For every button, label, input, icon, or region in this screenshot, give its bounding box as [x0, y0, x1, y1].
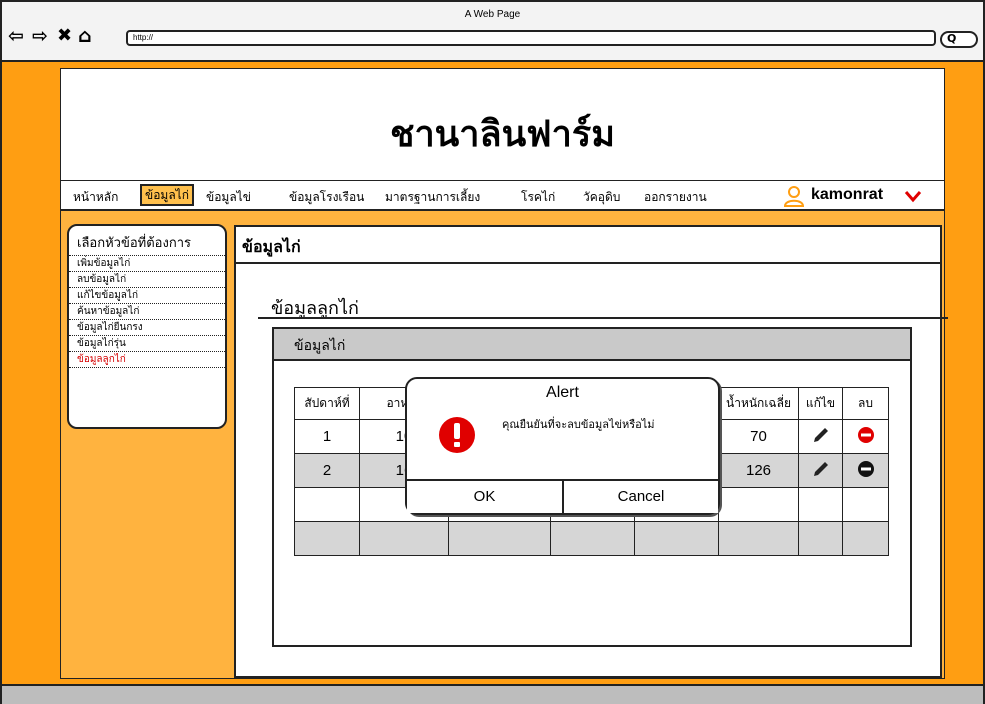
panel-header: ข้อมูลไก่	[274, 329, 910, 361]
panel-title: ข้อมูลไก่	[294, 338, 346, 354]
delete-button[interactable]	[842, 453, 889, 488]
username[interactable]: kamonrat	[811, 186, 883, 204]
sidebar-item-chicks[interactable]: ข้อมูลลูกไก่	[69, 352, 225, 368]
window-title: A Web Page	[464, 9, 521, 20]
menu-reports[interactable]: ออกรายงาน	[644, 188, 707, 207]
section-divider	[258, 317, 948, 319]
sidebar-item-edit-chicken[interactable]: แก้ไขข้อมูลไก่	[69, 288, 225, 304]
menu-house-info[interactable]: ข้อมูลโรงเรือน	[289, 188, 364, 207]
user-icon[interactable]	[783, 185, 805, 207]
status-bar	[2, 684, 983, 704]
stop-icon[interactable]: ✖	[57, 26, 72, 46]
menu-home[interactable]: หน้าหลัก	[73, 188, 118, 207]
search-icon: Q	[947, 32, 957, 45]
menu-diseases[interactable]: โรคไก่	[521, 188, 555, 207]
forward-icon[interactable]: ⇨	[32, 26, 48, 46]
sidebar-item-add-chicken[interactable]: เพิ่มข้อมูลไก่	[69, 256, 225, 272]
menu-chicken-info[interactable]: ข้อมูลไก่	[140, 184, 194, 206]
search-field[interactable]: Q	[940, 31, 978, 48]
col-edit: แก้ไข	[798, 387, 843, 420]
sidebar-item-delete-chicken[interactable]: ลบข้อมูลไก่	[69, 272, 225, 288]
address-text: http://	[133, 33, 154, 42]
back-icon[interactable]: ⇦	[8, 26, 24, 46]
col-delete: ลบ	[842, 387, 889, 420]
error-icon	[439, 417, 475, 453]
sidebar-item-caged-chicken[interactable]: ข้อมูลไก่ยืนกรง	[69, 320, 225, 336]
cell-avg-weight: 126	[718, 453, 799, 488]
menu-egg-info[interactable]: ข้อมูลไข่	[206, 188, 251, 207]
alert-title: Alert	[546, 384, 579, 401]
edit-button[interactable]	[798, 453, 843, 488]
menu-standards[interactable]: มาตรฐานการเลี้ยง	[385, 188, 480, 207]
pencil-icon	[813, 427, 828, 442]
menu-raw-materials[interactable]: วัคอุดิบ	[583, 188, 620, 207]
main-title: ข้อมูลไก่	[242, 237, 301, 256]
minus-circle-icon	[857, 460, 874, 477]
sidebar-item-search-chicken[interactable]: ค้นหาข้อมูลไก่	[69, 304, 225, 320]
main-title-bar: ข้อมูลไก่	[236, 227, 940, 264]
sidebar-item-young-chicken[interactable]: ข้อมูลไก่รุ่น	[69, 336, 225, 352]
edit-button[interactable]	[798, 419, 843, 454]
cancel-button[interactable]: Cancel	[564, 481, 718, 513]
site-header: ชานาลินฟาร์ม	[61, 69, 944, 181]
page-container: ชานาลินฟาร์ม หน้าหลัก ข้อมูลไก่ ข้อมูลไข…	[60, 68, 948, 679]
alert-dialog: Alert คุณยืนยันที่จะลบข้อมูลไข่หรือไม่ O…	[405, 377, 720, 515]
cell-week: 1	[294, 419, 360, 454]
cell-week: 2	[294, 453, 360, 488]
site-title: ชานาลินฟาร์ม	[390, 113, 615, 155]
cell-avg-weight: 70	[718, 419, 799, 454]
ok-button[interactable]: OK	[407, 481, 562, 513]
sidebar-heading: เลือกหัวข้อที่ต้องการ	[69, 226, 225, 256]
col-avg-weight: น้ำหนักเฉลี่ย	[718, 387, 799, 420]
page-content: ชานาลินฟาร์ม หน้าหลัก ข้อมูลไก่ ข้อมูลไข…	[2, 62, 983, 684]
minus-circle-icon	[857, 426, 874, 443]
pencil-icon	[813, 461, 828, 476]
address-bar[interactable]: http://	[126, 30, 936, 46]
main-menu: หน้าหลัก ข้อมูลไก่ ข้อมูลไข่ ข้อมูลโรงเร…	[61, 181, 944, 211]
alert-button-row: OK Cancel	[407, 479, 718, 515]
chevron-down-icon[interactable]	[904, 189, 922, 203]
home-icon[interactable]: ⌂	[78, 26, 92, 46]
browser-chrome: A Web Page ⇦ ⇨ ✖ ⌂ http:// Q	[2, 2, 983, 62]
sidebar: เลือกหัวข้อที่ต้องการ เพิ่มข้อมูลไก่ ลบข…	[67, 224, 227, 429]
col-week: สัปดาห์ที่	[294, 387, 360, 420]
alert-message: คุณยืนยันที่จะลบข้อมูลไข่หรือไม่	[502, 418, 655, 431]
delete-button[interactable]	[842, 419, 889, 454]
browser-window: A Web Page ⇦ ⇨ ✖ ⌂ http:// Q ชานาลินฟาร์…	[0, 0, 985, 704]
table-row-empty	[294, 521, 889, 556]
